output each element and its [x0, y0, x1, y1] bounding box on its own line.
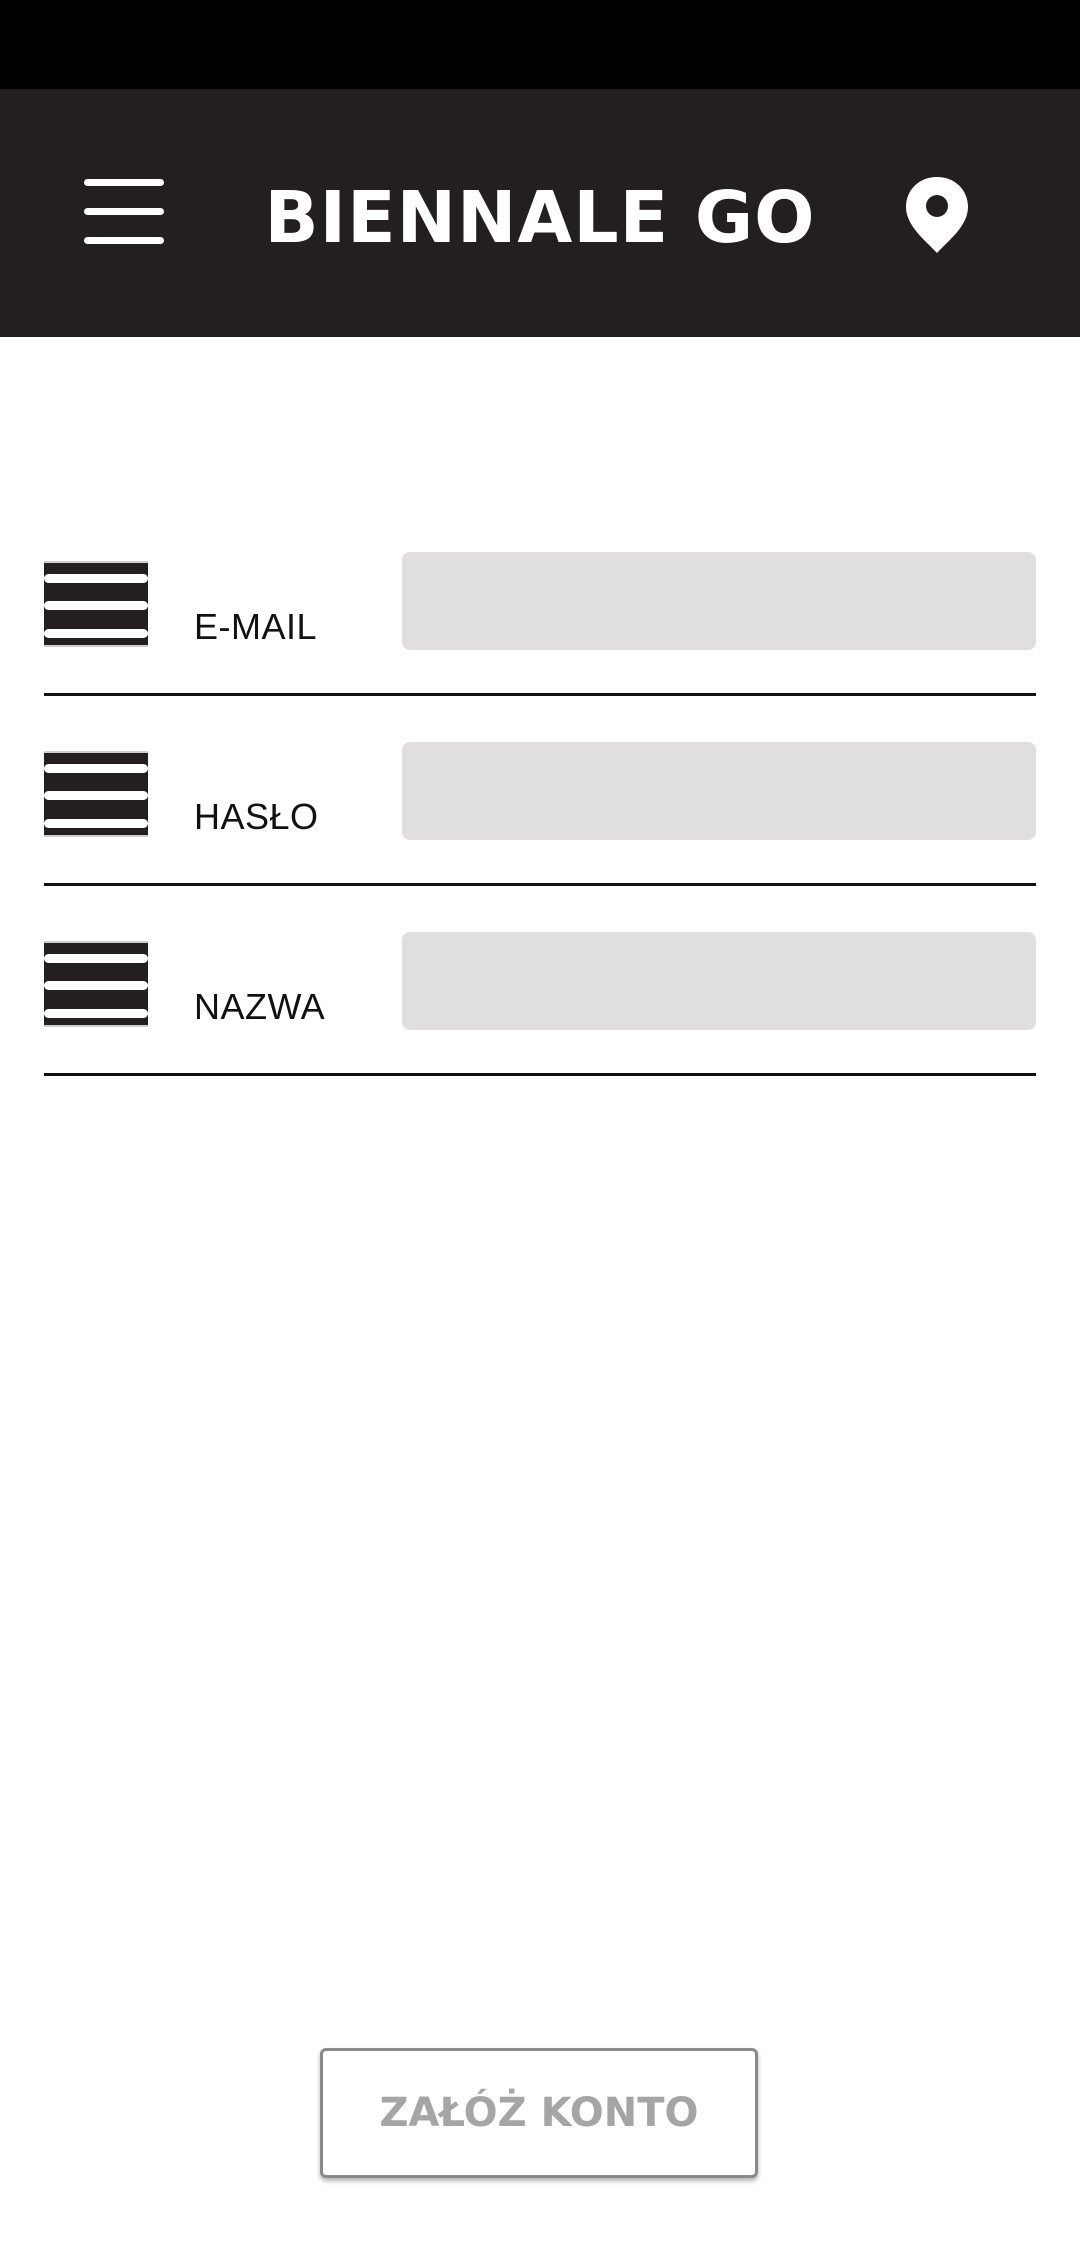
create-account-button[interactable]: ZAŁÓŻ KONTO [320, 2048, 758, 2178]
row-divider [44, 693, 1036, 696]
equals-bars-icon [44, 751, 148, 837]
name-row: NAZWA [44, 928, 1036, 1076]
email-label: E-MAIL [194, 606, 318, 647]
app-bar: BIENNALE GO [0, 89, 1080, 337]
row-divider [44, 883, 1036, 886]
status-bar [0, 0, 1080, 89]
email-row: E-MAIL [44, 548, 1036, 696]
row-divider [44, 1073, 1036, 1076]
email-field[interactable] [402, 552, 1036, 650]
equals-bars-icon [44, 941, 148, 1027]
name-field[interactable] [402, 932, 1036, 1030]
name-label: NAZWA [194, 986, 326, 1027]
map-pin-icon[interactable] [902, 174, 972, 256]
password-label: HASŁO [194, 796, 319, 837]
equals-bars-icon [44, 561, 148, 647]
password-row: HASŁO [44, 738, 1036, 886]
hamburger-menu-icon[interactable] [76, 177, 172, 249]
app-title: BIENNALE GO [264, 176, 816, 259]
password-field[interactable] [402, 742, 1036, 840]
